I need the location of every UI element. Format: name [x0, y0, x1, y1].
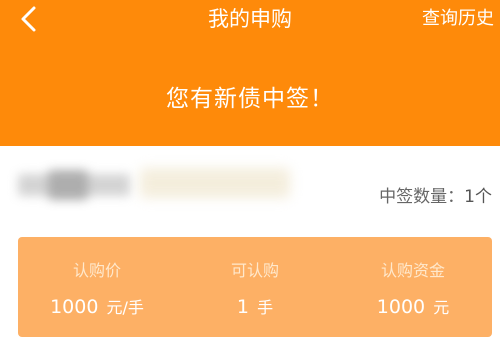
price-value-line: 1000 元/手 [18, 295, 176, 320]
price-label: 认购价 [72, 261, 121, 280]
funds-value-line: 1000 元 [334, 295, 492, 320]
bond-tag-redacted [140, 168, 290, 198]
subscription-card: 认购价 1000 元/手 可认购 1 手 认购资金 1000 元 [18, 237, 492, 337]
history-button[interactable]: 查询历史 [422, 7, 494, 31]
win-banner: 您有新债中签！ [166, 86, 334, 112]
lot-count: 中签数量：1个 [379, 186, 492, 208]
nav-bar: 我的申购 查询历史 [0, 0, 500, 40]
available-value: 1 [236, 296, 250, 318]
bond-row[interactable]: 中签数量：1个 [0, 146, 500, 236]
available-unit: 手 [257, 298, 274, 317]
price-unit: 元/手 [106, 298, 144, 317]
bond-name-redacted [18, 170, 130, 200]
funds-label: 认购资金 [380, 261, 445, 280]
subscription-page: 我的申购 查询历史 您有新债中签！ 中签数量：1个 认购价 1000 元/手 可… [0, 0, 500, 342]
available-label: 可认购 [230, 261, 279, 280]
lot-count-value: 1个 [464, 187, 492, 207]
header: 我的申购 查询历史 您有新债中签！ [0, 0, 500, 146]
lot-count-label: 中签数量： [379, 187, 465, 207]
funds-unit: 元 [433, 298, 450, 317]
price-value: 1000 [50, 296, 99, 318]
funds-value: 1000 [376, 296, 426, 318]
available-value-line: 1 手 [176, 295, 334, 320]
